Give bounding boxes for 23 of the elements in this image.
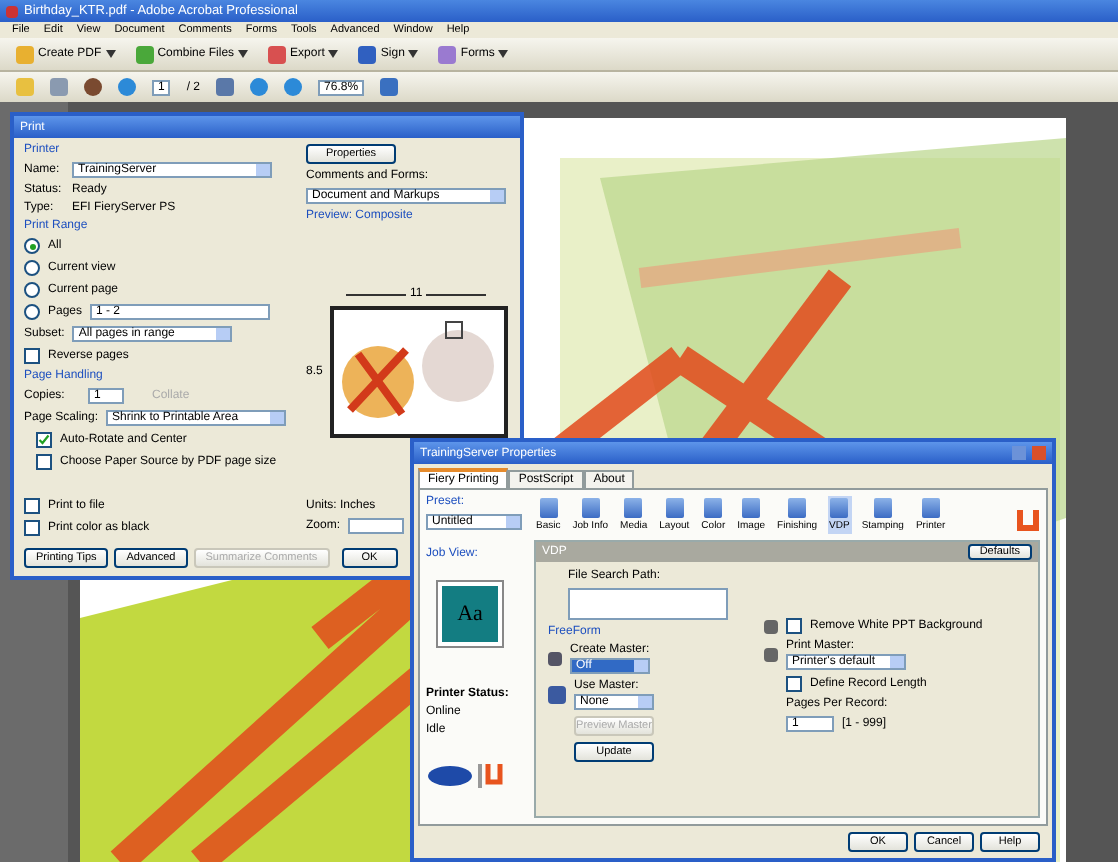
caret-icon <box>238 50 249 58</box>
radio-button[interactable] <box>24 304 40 320</box>
caret-icon <box>408 50 419 58</box>
caret-icon <box>498 50 509 58</box>
checkbox[interactable] <box>24 520 40 536</box>
brand-icon <box>1016 506 1040 534</box>
job-view-preview: Aa <box>438 582 502 646</box>
checkbox[interactable] <box>786 618 802 634</box>
checkbox[interactable] <box>24 498 40 514</box>
caret-icon <box>328 50 339 58</box>
zoom-field[interactable] <box>348 518 405 534</box>
radio-button[interactable] <box>24 260 40 276</box>
checkbox[interactable] <box>24 348 40 364</box>
checkbox[interactable] <box>786 676 802 692</box>
checkbox[interactable] <box>36 432 52 448</box>
radio-button[interactable] <box>24 282 40 298</box>
radio-button[interactable] <box>24 238 40 254</box>
dimension-line <box>346 293 406 295</box>
dimension-line <box>426 293 487 295</box>
file-search-field[interactable] <box>568 588 728 620</box>
logo-drawing <box>426 758 506 790</box>
checkbox[interactable] <box>36 454 52 470</box>
caret-icon <box>105 50 116 58</box>
